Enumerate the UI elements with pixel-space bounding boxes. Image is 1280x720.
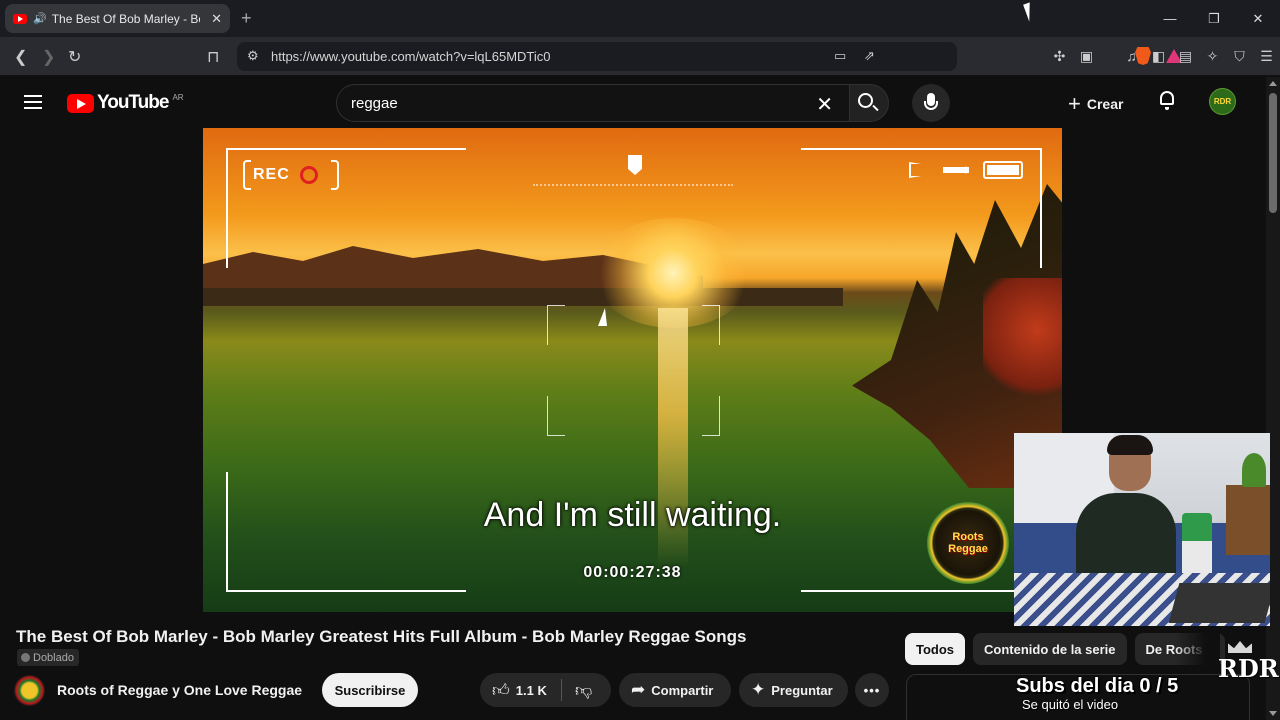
- person-icon: [21, 653, 30, 662]
- address-bar[interactable]: ⚙ https://www.youtube.com/watch?v=lqL65M…: [237, 42, 1182, 71]
- bookmark-icon[interactable]: ⊓: [207, 47, 219, 67]
- voice-search-button[interactable]: [912, 84, 950, 122]
- mouse-cursor-icon: [1023, 2, 1036, 22]
- subs-counter: Subs del dia 0 / 5: [1016, 675, 1179, 697]
- plus-icon: +: [1068, 91, 1081, 116]
- leo-ai-icon[interactable]: ✧: [1199, 42, 1226, 71]
- youtube-logo[interactable]: YouTube AR: [67, 92, 184, 114]
- restore-button[interactable]: ❐: [1192, 0, 1236, 37]
- share-button[interactable]: ➦ Compartir: [619, 673, 731, 707]
- scene-autumn-trees: [983, 278, 1062, 408]
- url-text: https://www.youtube.com/watch?v=lqL65MDT…: [271, 49, 551, 64]
- account-avatar[interactable]: RDR: [1209, 88, 1236, 115]
- youtube-favicon-icon: [13, 13, 27, 24]
- subscribe-button[interactable]: Suscribirse: [322, 673, 418, 707]
- tab-close-icon[interactable]: ✕: [211, 11, 222, 27]
- window-controls: — ❐ ✕: [1148, 0, 1280, 37]
- battery-icon: [983, 161, 1023, 179]
- youtube-wordmark: YouTube: [97, 92, 169, 113]
- speaker-icon[interactable]: 🔊: [33, 12, 47, 25]
- wallet-icon[interactable]: ▤: [1172, 42, 1199, 71]
- sparkle-icon: ✦: [751, 680, 766, 699]
- notifications-bell-icon[interactable]: [1158, 91, 1176, 110]
- ask-button[interactable]: ✦ Preguntar: [739, 673, 848, 707]
- search-icon: [858, 93, 873, 108]
- youtube-play-icon: [67, 93, 94, 113]
- focus-box: [547, 305, 720, 436]
- thumbs-down-icon: 👎︎: [575, 680, 593, 700]
- rec-label: REC: [253, 166, 290, 183]
- create-label: Crear: [1086, 96, 1124, 112]
- video-title: The Best Of Bob Marley - Bob Marley Grea…: [16, 627, 747, 646]
- browser-tab-bar: 🔊 The Best Of Bob Marley - Bob Marley ✕ …: [0, 0, 1280, 37]
- roots-reggae-logo: Roots Reggae: [927, 502, 1009, 584]
- new-tab-button[interactable]: +: [241, 8, 252, 29]
- clear-search-icon[interactable]: ✕: [816, 92, 833, 117]
- vpn-shield-icon[interactable]: ⛉: [1226, 42, 1253, 71]
- streamer-logo: RDR: [1218, 641, 1279, 693]
- screenshot-icon[interactable]: ▣: [1073, 42, 1100, 71]
- browser-tab[interactable]: 🔊 The Best Of Bob Marley - Bob Marley ✕: [5, 4, 230, 33]
- channel-name[interactable]: Roots of Reggae y One Love Reggae: [57, 682, 302, 698]
- reload-icon[interactable]: ↻: [68, 47, 81, 67]
- menu-icon[interactable]: ☰: [1253, 42, 1280, 71]
- create-button[interactable]: + Crear: [1068, 91, 1123, 117]
- video-timecode: 00:00:27:38: [583, 564, 682, 581]
- dubbed-badge: Doblado: [17, 649, 79, 666]
- search-input[interactable]: reggae ✕: [336, 84, 850, 122]
- country-code: AR: [172, 92, 184, 102]
- video-player[interactable]: REC And I'm still waiting. 00:00:27:38 R…: [203, 128, 1062, 612]
- focus-marker-icon: [628, 155, 642, 175]
- forward-icon[interactable]: ❯: [42, 47, 55, 67]
- tab-title: The Best Of Bob Marley - Bob Marley: [51, 11, 200, 26]
- like-count: 1.1 K: [515, 682, 547, 698]
- streamer-figure: [1076, 493, 1176, 583]
- rec-indicator: REC: [243, 160, 339, 190]
- dotted-guide: [533, 184, 733, 186]
- subs-note: Se quitó el video: [1022, 697, 1119, 712]
- share-arrow-icon: ➦: [631, 680, 646, 699]
- media-icon[interactable]: ♫: [1118, 42, 1145, 71]
- browser-toolbar: ❮ ❯ ↻ ⊓ ⚙ https://www.youtube.com/watch?…: [0, 37, 1280, 76]
- like-button[interactable]: 👍︎ 1.1 K: [480, 679, 562, 701]
- webcam-overlay: [1014, 433, 1270, 626]
- chip-todos[interactable]: Todos: [905, 633, 966, 665]
- search-button[interactable]: [849, 84, 889, 122]
- search-query: reggae: [351, 94, 398, 112]
- cast-icon[interactable]: ▭: [834, 48, 846, 64]
- channel-avatar[interactable]: [14, 675, 45, 706]
- crown-icon: [1228, 641, 1252, 653]
- hamburger-menu-icon[interactable]: [24, 95, 42, 109]
- sidebar-icon[interactable]: ◧: [1145, 42, 1172, 71]
- chip-series-content[interactable]: Contenido de la serie: [973, 633, 1127, 665]
- window-close-button[interactable]: ✕: [1236, 0, 1280, 37]
- extensions-icon[interactable]: ✣: [1046, 42, 1073, 71]
- like-dislike-group: 👍︎ 1.1 K 👎︎: [480, 673, 611, 707]
- extensions-bar: ✣ ▣ ♫ ◧ ▤ ✧ ⛉ ☰: [1046, 42, 1280, 71]
- more-actions-button[interactable]: •••: [855, 673, 889, 707]
- share-page-icon[interactable]: ⇗: [864, 48, 875, 64]
- site-info-icon[interactable]: ⚙: [247, 48, 259, 64]
- back-icon[interactable]: ❮: [14, 47, 27, 67]
- youtube-header: YouTube AR reggae ✕ + Crear RDR: [0, 77, 1266, 128]
- thumbs-up-icon: 👍︎: [492, 680, 510, 700]
- minimize-button[interactable]: —: [1148, 0, 1192, 37]
- record-dot-icon: [299, 166, 318, 184]
- dislike-button[interactable]: 👎︎: [562, 680, 598, 701]
